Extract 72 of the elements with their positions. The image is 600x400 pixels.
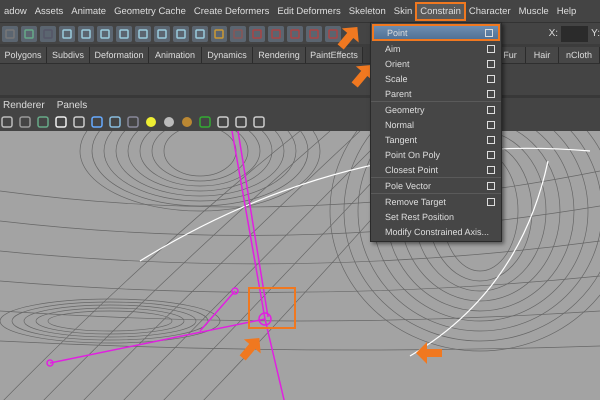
option-box-icon[interactable]: [485, 28, 493, 36]
menu-item[interactable]: Character: [464, 2, 515, 20]
menu-item[interactable]: Animate: [67, 2, 110, 20]
view-tool-icon[interactable]: [90, 114, 104, 128]
tool-icon[interactable]: [97, 26, 113, 42]
shelf-tab[interactable]: Animation: [149, 47, 202, 63]
menu-item[interactable]: Normal: [371, 117, 501, 132]
shelf-tab[interactable]: Polygons: [0, 47, 47, 63]
menu-item[interactable]: Skeleton: [344, 2, 390, 20]
tool-icon[interactable]: [192, 26, 208, 42]
menu-item[interactable]: Remove Target: [371, 194, 501, 209]
tool-icon[interactable]: [21, 26, 37, 42]
option-box-icon[interactable]: [487, 120, 495, 128]
menu-item[interactable]: Closest Point: [371, 162, 501, 177]
menu-item[interactable]: Tangent: [371, 132, 501, 147]
tool-icon[interactable]: [135, 26, 151, 42]
option-box-icon[interactable]: [487, 106, 495, 114]
view-tool-icon[interactable]: [0, 114, 14, 128]
menu-item[interactable]: Scale: [371, 71, 501, 86]
option-box-icon[interactable]: [487, 150, 495, 158]
panel-menu-item[interactable]: Renderer: [3, 100, 45, 110]
view-tool-icon[interactable]: [144, 114, 158, 128]
menu-item[interactable]: Help: [552, 2, 580, 20]
shelf-tab[interactable]: Hair: [526, 47, 559, 63]
shelf-tab[interactable]: Subdivs: [47, 47, 90, 63]
menu-item[interactable]: Geometry: [371, 102, 501, 117]
option-box-icon[interactable]: [487, 182, 495, 190]
view-tool-icon[interactable]: [252, 114, 266, 128]
tool-icon[interactable]: [173, 26, 189, 42]
option-box-icon[interactable]: [487, 166, 495, 174]
y-label: Y:: [591, 28, 600, 39]
tool-icon[interactable]: [78, 26, 94, 42]
menu-item[interactable]: Parent: [371, 86, 501, 101]
tool-icon[interactable]: [116, 26, 132, 42]
view-tool-icon[interactable]: [162, 114, 176, 128]
shelf-tab[interactable]: nCloth: [559, 47, 600, 63]
x-input-field[interactable]: [561, 26, 588, 42]
view-tool-icon[interactable]: [18, 114, 32, 128]
shelf-tab[interactable]: Rendering: [253, 47, 306, 63]
option-box-icon[interactable]: [487, 60, 495, 68]
tool-icon[interactable]: [211, 26, 227, 42]
menu-item[interactable]: Set Rest Position: [371, 209, 501, 224]
menu-item[interactable]: Edit Deformers: [273, 2, 345, 20]
menu-item[interactable]: Muscle: [514, 2, 553, 20]
option-box-icon[interactable]: [487, 90, 495, 98]
menu-item[interactable]: Geometry Cache: [110, 2, 190, 20]
view-tool-icon[interactable]: [108, 114, 122, 128]
highlight-frame: [248, 287, 296, 329]
view-tool-icon[interactable]: [234, 114, 248, 128]
panel-menu-item[interactable]: Panels: [56, 100, 88, 110]
shelf-tab[interactable]: Deformation: [90, 47, 149, 63]
menu-item[interactable]: Assets: [30, 2, 68, 20]
menu-item[interactable]: Modify Constrained Axis...: [371, 224, 501, 239]
view-tool-icon[interactable]: [72, 114, 86, 128]
view-tool-icon[interactable]: [216, 114, 230, 128]
shelf-tab[interactable]: Dynamics: [202, 47, 253, 63]
menu-item[interactable]: Skin: [390, 2, 416, 20]
menu-item[interactable]: Pole Vector: [371, 178, 501, 193]
option-box-icon[interactable]: [487, 136, 495, 144]
arrow-icon: [416, 340, 442, 366]
view-tool-icon[interactable]: [36, 114, 50, 128]
x-label: X:: [548, 28, 558, 39]
menu-item[interactable]: Create Deformers: [190, 2, 274, 20]
menu-item[interactable]: Constrain: [416, 2, 465, 20]
shelf-tab[interactable]: PaintEffects: [306, 47, 363, 63]
option-box-icon[interactable]: [487, 74, 495, 82]
menu-item[interactable]: adow: [0, 2, 31, 20]
menu-item[interactable]: Point On Poly: [371, 147, 501, 162]
option-box-icon[interactable]: [487, 44, 495, 52]
tool-icon[interactable]: [154, 26, 170, 42]
option-box-icon[interactable]: [487, 198, 495, 206]
tool-icon[interactable]: [59, 26, 75, 42]
